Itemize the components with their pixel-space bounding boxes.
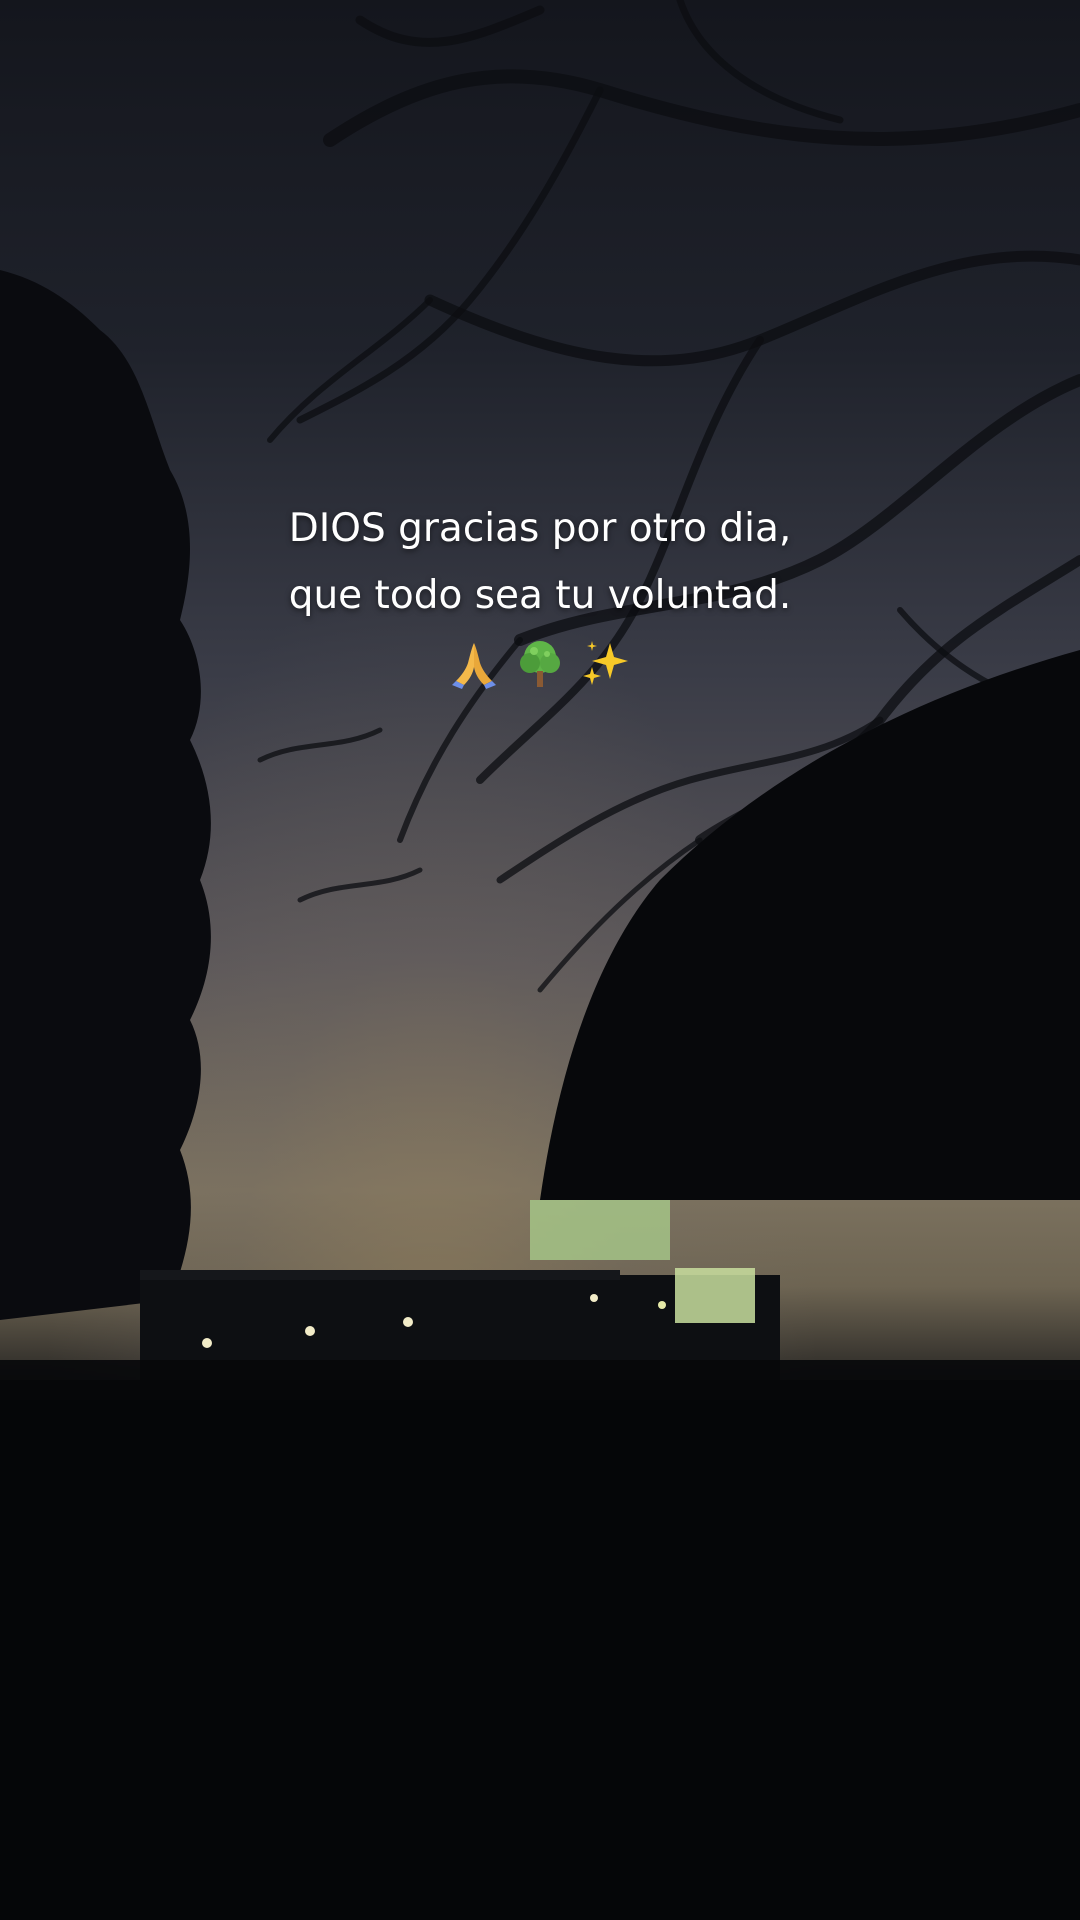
dark-dome (540, 650, 1080, 1200)
caption-line-1: DIOS gracias por otro dia, (288, 506, 792, 551)
ground-light (202, 1338, 212, 1348)
foreground-ground (0, 1380, 1080, 1920)
night-scene: DIOS gracias por otro dia, que todo sea … (0, 0, 1080, 1920)
ground-light (658, 1301, 666, 1309)
left-tree-silhouette (0, 270, 211, 1320)
lit-panel-upper (530, 1200, 670, 1260)
tree-icon (520, 641, 560, 687)
praying-hands-icon (452, 643, 496, 689)
building-roof (140, 1270, 620, 1280)
scene-background (0, 0, 1080, 1920)
sparkles-icon (583, 641, 628, 685)
emoji-row (140, 635, 940, 691)
foreground-shade (0, 1360, 1080, 1400)
lit-panel-lower (675, 1268, 755, 1323)
overlay-caption: DIOS gracias por otro dia, que todo sea … (140, 495, 940, 691)
caption-line-2: que todo sea tu voluntad. (288, 573, 792, 618)
ground-light (590, 1294, 598, 1302)
ground-light (403, 1317, 413, 1327)
ground-light (305, 1326, 315, 1336)
